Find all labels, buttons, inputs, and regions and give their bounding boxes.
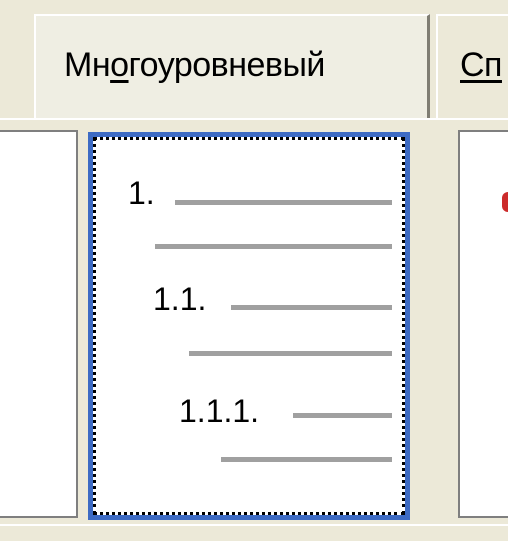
level-3-line (293, 413, 392, 418)
gallery-bottom-edge (0, 524, 508, 541)
list-style-gallery: 1. 1.1. 1.1.1. (0, 126, 508, 541)
level-3-continuation-line (221, 457, 392, 462)
tab-multilevel[interactable]: Многоуровневый (34, 14, 430, 118)
list-style-option-next[interactable] (458, 130, 508, 518)
tab-multilevel-label: Многоуровневый (64, 46, 325, 84)
tab-next-label: Сп (460, 46, 502, 84)
tab-strip: Многоуровневый Сп (0, 0, 508, 122)
red-bullet-icon (502, 192, 508, 212)
level-3-number: 1.1.1. (179, 393, 260, 429)
level-2-continuation-line (189, 351, 392, 356)
list-style-option-selected[interactable]: 1. 1.1. 1.1.1. (88, 132, 410, 520)
tab-page-edge (0, 118, 508, 126)
level-2-line (231, 305, 392, 310)
level-1-number: 1. (128, 175, 155, 211)
level-2-number: 1.1. (153, 281, 207, 317)
list-style-option-previous[interactable] (0, 130, 78, 518)
tab-next[interactable]: Сп (436, 14, 508, 118)
level-1-continuation-line (155, 244, 392, 249)
list-format-dialog: Многоуровневый Сп 1. 1.1. 1.1.1. (0, 0, 508, 541)
level-1-line (175, 200, 392, 205)
